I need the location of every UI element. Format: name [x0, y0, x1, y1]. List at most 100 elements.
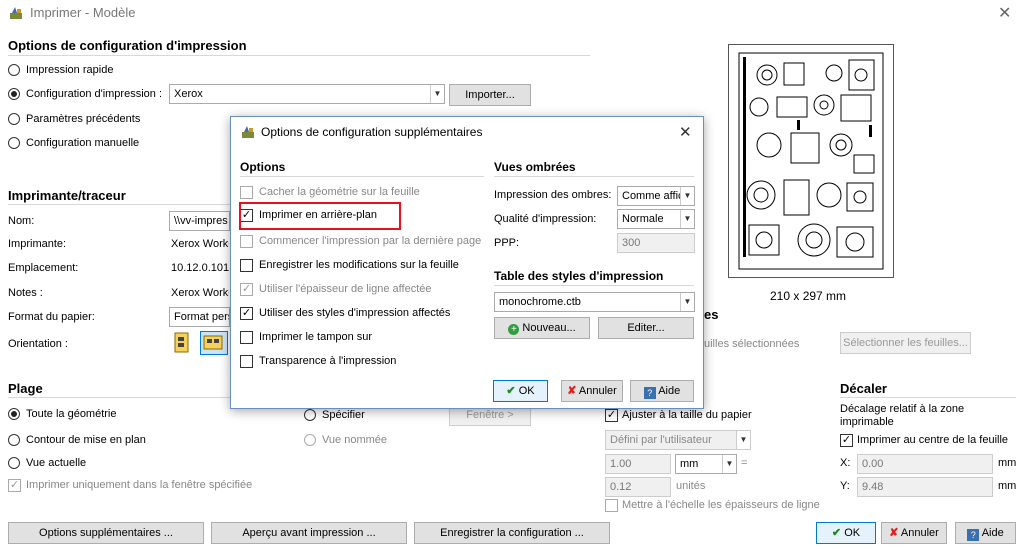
more-options-button[interactable]: Options supplémentaires ... [8, 522, 204, 544]
offset-description: Décalage relatif à la zone imprimable [840, 403, 965, 428]
current-view-label: Vue actuelle [26, 457, 87, 469]
fit-paper-checkbox[interactable]: ✓ [605, 409, 618, 422]
printer-name-field[interactable]: \\vv-impres [169, 211, 230, 231]
divider [8, 55, 590, 56]
opt-save-changes-label: Enregistrer les modifications sur la feu… [259, 259, 459, 271]
select-sheets-button[interactable]: Sélectionner les feuilles... [840, 332, 971, 354]
style-table-select[interactable]: monochrome.ctb ▼ [494, 292, 695, 312]
radio-all-geometry[interactable] [8, 408, 20, 420]
named-view-label: Vue nommée [322, 434, 388, 446]
opt-lineweight-checkbox[interactable]: ✓ [240, 283, 253, 296]
opt-hide-geometry-checkbox[interactable] [240, 186, 253, 199]
opt-transparency-checkbox[interactable] [240, 355, 253, 368]
style-table-header: Table des styles d'impression [494, 269, 664, 283]
dialog-close-icon[interactable]: ✕ [679, 123, 692, 141]
radio-current-view[interactable] [8, 457, 20, 469]
specify-label: Spécifier [322, 409, 365, 421]
units-value-field[interactable]: 0.12 [605, 477, 671, 497]
chevron-down-icon: ▼ [680, 210, 694, 228]
cancel-button[interactable]: ✘ Annuler [881, 522, 947, 544]
x-offset-field[interactable]: 0.00 [857, 454, 993, 474]
help-icon: ? [643, 387, 656, 399]
chevron-down-icon: ▼ [430, 85, 444, 103]
opt-save-changes-checkbox[interactable] [240, 259, 253, 272]
edit-style-button[interactable]: Editer... [598, 317, 694, 339]
check-icon: ✔ [506, 385, 516, 397]
scale-select[interactable]: Défini par l'utilisateur ▼ [605, 430, 751, 450]
radio-manual[interactable] [8, 137, 20, 149]
x-icon: ✘ [889, 527, 899, 539]
dialog-help-button[interactable]: ? Aide [630, 380, 694, 402]
import-button[interactable]: Importer... [449, 84, 531, 106]
window-title: Imprimer - Modèle [30, 5, 136, 20]
radio-quick[interactable] [8, 64, 20, 76]
scale-lineweights-checkbox[interactable] [605, 499, 618, 512]
radio-previous[interactable] [8, 113, 20, 125]
ppp-label: PPP: [494, 237, 520, 249]
config-select[interactable]: Xerox ▼ [169, 84, 445, 104]
dialog-title: Options de configuration supplémentaires [261, 125, 483, 139]
printer-value: Xerox WorkC [171, 238, 229, 250]
divider [840, 397, 1016, 398]
shade-select[interactable]: Comme affic ▼ [617, 186, 695, 206]
center-checkbox[interactable]: ✓ [840, 434, 853, 447]
help-button[interactable]: ? Aide [955, 522, 1016, 544]
offset-header: Décaler [840, 381, 887, 396]
equals-sign: = [741, 457, 748, 469]
divider [8, 204, 230, 205]
opt-plot-styles-checkbox[interactable]: ✓ [240, 307, 253, 320]
notes-label: Notes : [8, 287, 43, 299]
dialog-ok-button[interactable]: ✔ OK [493, 380, 548, 402]
notes-value: Xerox WorkC [171, 287, 229, 299]
all-geometry-label: Toute la géométrie [26, 408, 117, 420]
opt-last-page-label: Commencer l'impression par la dernière p… [259, 235, 482, 247]
location-label: Emplacement: [8, 262, 79, 274]
orientation-label: Orientation : [8, 338, 68, 350]
opt-hide-geometry-label: Cacher la géométrie sur la feuille [259, 186, 420, 198]
landscape-icon[interactable] [200, 331, 228, 355]
quality-select[interactable]: Normale ▼ [617, 209, 695, 229]
scale-lineweights-label: Mettre à l'échelle les épaisseurs de lig… [622, 499, 820, 511]
unit-select[interactable]: mm ▼ [675, 454, 737, 474]
range-header: Plage [8, 381, 43, 396]
quality-label: Qualité d'impression: [494, 213, 597, 225]
window-only-label: Imprimer uniquement dans la fenêtre spéc… [26, 479, 253, 491]
portrait-icon[interactable] [173, 332, 191, 354]
app-icon [10, 7, 22, 19]
center-label: Imprimer au centre de la feuille [857, 434, 1009, 446]
chevron-down-icon: ▼ [722, 455, 736, 473]
radio-contour[interactable] [8, 434, 20, 446]
y-label: Y: [840, 480, 850, 492]
help-icon: ? [967, 529, 980, 541]
print-preview-button[interactable]: Aperçu avant impression ... [211, 522, 407, 544]
paper-select[interactable]: Format pers [169, 307, 230, 327]
radio-config[interactable] [8, 88, 20, 100]
app-icon [242, 126, 254, 138]
opt-last-page-checkbox[interactable] [240, 235, 253, 248]
location-value: 10.12.0.101_ [171, 262, 229, 274]
ppp-field[interactable]: 300 [617, 233, 695, 253]
radio-named-view[interactable] [304, 434, 316, 446]
shaded-views-header: Vues ombrées [494, 160, 576, 174]
close-icon[interactable]: ✕ [998, 3, 1011, 23]
new-style-button[interactable]: + Nouveau... [494, 317, 590, 339]
sheets-header: es [704, 307, 719, 322]
chevron-down-icon: ▼ [736, 431, 750, 449]
ok-button[interactable]: ✔ OK [816, 522, 876, 544]
scale-value-field[interactable]: 1.00 [605, 454, 671, 474]
opt-stamp-checkbox[interactable] [240, 331, 253, 344]
opt-stamp-label: Imprimer le tampon sur [259, 331, 373, 343]
manual-label: Configuration manuelle [26, 137, 140, 149]
x-icon: ✘ [567, 385, 577, 397]
save-config-button[interactable]: Enregistrer la configuration ... [414, 522, 610, 544]
y-offset-field[interactable]: 9.48 [857, 477, 993, 497]
opt-transparency-label: Transparence à l'impression [259, 355, 397, 367]
highlight-box [239, 202, 401, 230]
dialog-cancel-button[interactable]: ✘ Annuler [561, 380, 623, 402]
x-unit: mm [998, 457, 1017, 469]
divider [494, 285, 694, 286]
more-options-dialog: Options de configuration supplémentaires… [230, 116, 704, 409]
contour-label: Contour de mise en plan [26, 434, 146, 446]
radio-specify[interactable] [304, 409, 316, 421]
window-only-checkbox[interactable]: ✓ [8, 479, 21, 492]
